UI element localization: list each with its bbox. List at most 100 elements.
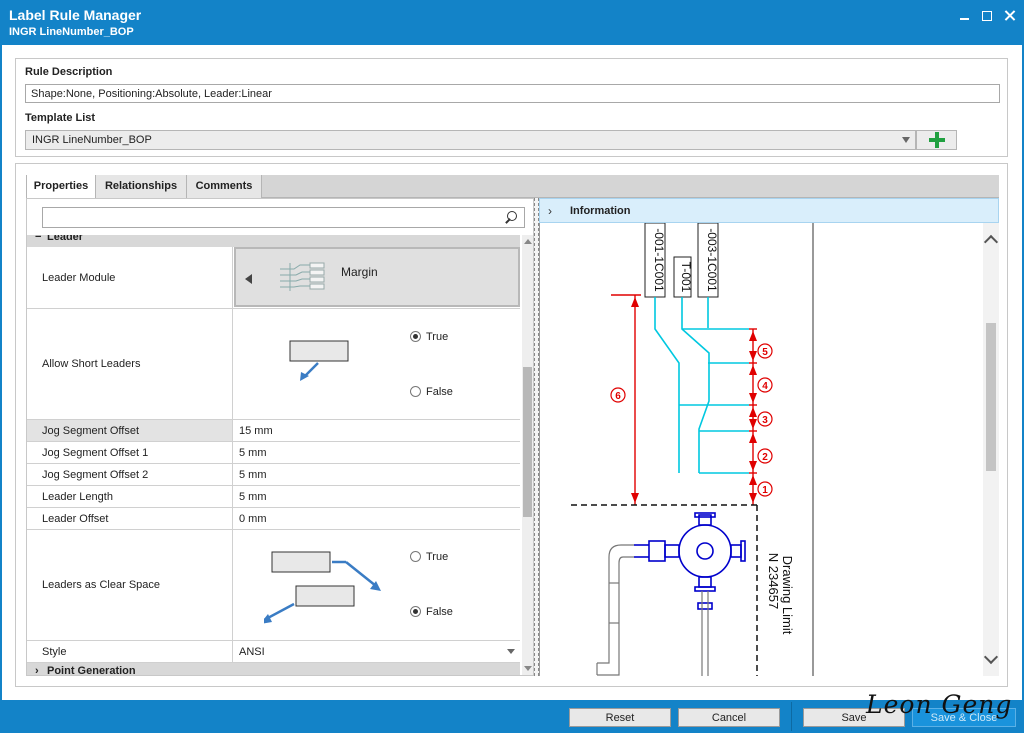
category-leader[interactable]: − Leader bbox=[27, 235, 520, 247]
rule-description-field[interactable]: Shape:None, Positioning:Absolute, Leader… bbox=[25, 84, 1000, 103]
dimension-label: 2 bbox=[762, 452, 768, 463]
clear-space-true-radio[interactable]: True bbox=[410, 551, 470, 563]
window-border-left bbox=[0, 45, 2, 700]
property-label: Style bbox=[27, 641, 233, 662]
category-label: Leader bbox=[47, 235, 84, 243]
property-value[interactable]: 5 mm bbox=[239, 491, 267, 503]
property-value[interactable]: 0 mm bbox=[239, 513, 267, 525]
close-icon[interactable] bbox=[1002, 8, 1018, 24]
window-subtitle: INGR LineNumber_BOP bbox=[9, 26, 134, 38]
window-title: Label Rule Manager bbox=[9, 7, 142, 23]
dimension-label: 3 bbox=[762, 415, 768, 426]
information-header[interactable]: › Information bbox=[539, 198, 999, 223]
property-row[interactable]: Leader Length 5 mm bbox=[27, 486, 520, 508]
radio-label: True bbox=[426, 551, 449, 563]
template-list-label: Template List bbox=[25, 112, 96, 124]
chevron-down-icon bbox=[507, 649, 515, 654]
drawing-scrollbar[interactable] bbox=[983, 223, 999, 676]
property-label: Leader Length bbox=[27, 486, 233, 507]
property-value[interactable]: 5 mm bbox=[239, 469, 267, 481]
property-label: Allow Short Leaders bbox=[27, 309, 233, 419]
template-list-select[interactable]: INGR LineNumber_BOP bbox=[25, 130, 916, 150]
margin-leader-icon bbox=[280, 262, 325, 291]
search-icon[interactable] bbox=[504, 211, 518, 225]
plus-icon bbox=[929, 132, 945, 148]
radio-selected-icon bbox=[410, 331, 421, 342]
dimension-label: 6 bbox=[615, 391, 621, 402]
property-grid-scrollbar[interactable] bbox=[522, 235, 533, 675]
property-value: ANSI bbox=[239, 645, 265, 658]
chevron-right-icon[interactable]: › bbox=[548, 204, 552, 218]
cancel-button[interactable]: Cancel bbox=[678, 708, 780, 727]
information-pane: › Information -001-1C001 T-001 -003-1C00… bbox=[539, 198, 999, 676]
property-label: Jog Segment Offset bbox=[27, 420, 233, 441]
drawing-preview: -001-1C001 T-001 -003-1C001 6 5 4 3 2 1 … bbox=[539, 223, 983, 676]
save-label: Save bbox=[841, 712, 867, 724]
watermark-signature: Leon Geng bbox=[866, 690, 1013, 719]
left-arrow-icon[interactable] bbox=[245, 274, 252, 284]
dimension-label: 1 bbox=[762, 485, 768, 496]
add-template-button[interactable] bbox=[916, 130, 957, 150]
property-label: Jog Segment Offset 1 bbox=[27, 442, 233, 463]
leader-module-value: Margin bbox=[341, 265, 378, 279]
category-label: Point Generation bbox=[47, 665, 136, 675]
radio-label: False bbox=[426, 606, 453, 618]
tab-comments[interactable]: Comments bbox=[187, 175, 262, 198]
radio-icon bbox=[410, 551, 421, 562]
leader-module-selector[interactable]: Margin bbox=[234, 247, 520, 307]
property-label: Leader Offset bbox=[27, 508, 233, 529]
rule-panel: Rule Description Shape:None, Positioning… bbox=[15, 58, 1008, 157]
reset-button[interactable]: Reset bbox=[569, 708, 671, 727]
properties-pane: − Leader Leader Module Margin Allow Shor… bbox=[26, 198, 534, 676]
radio-icon bbox=[410, 386, 421, 397]
scroll-up-icon[interactable] bbox=[524, 239, 532, 244]
property-search-input[interactable] bbox=[42, 207, 525, 228]
property-row[interactable]: Jog Segment Offset 15 mm bbox=[27, 420, 520, 442]
property-value[interactable]: 15 mm bbox=[239, 425, 273, 437]
scrollbar-thumb[interactable] bbox=[986, 323, 996, 471]
property-row[interactable]: Jog Segment Offset 1 5 mm bbox=[27, 442, 520, 464]
drawing-limit-label: Drawing Limit bbox=[780, 556, 795, 635]
property-row[interactable]: Leader Offset 0 mm bbox=[27, 508, 520, 530]
radio-label: False bbox=[426, 386, 453, 398]
radio-selected-icon bbox=[410, 606, 421, 617]
property-row-style[interactable]: Style ANSI bbox=[27, 641, 520, 663]
cancel-label: Cancel bbox=[711, 712, 747, 724]
property-row-leaders-clear-space: Leaders as Clear Space True False bbox=[27, 530, 520, 641]
dimension-label: 4 bbox=[762, 381, 768, 392]
property-value[interactable]: 5 mm bbox=[239, 447, 267, 459]
property-label: Jog Segment Offset 2 bbox=[27, 464, 233, 485]
category-point-generation[interactable]: › Point Generation bbox=[27, 663, 520, 675]
style-select[interactable]: ANSI bbox=[234, 641, 520, 662]
dimension-label: 5 bbox=[762, 347, 768, 358]
drawing-limit-coordinate: N 234657 bbox=[766, 553, 781, 609]
collapse-icon[interactable]: − bbox=[35, 235, 41, 243]
information-title: Information bbox=[570, 205, 631, 217]
scroll-down-icon[interactable] bbox=[524, 666, 532, 671]
chevron-down-icon bbox=[902, 137, 910, 143]
maximize-icon[interactable] bbox=[979, 8, 995, 24]
property-label: Leader Module bbox=[27, 247, 233, 308]
minimize-icon[interactable] bbox=[957, 8, 973, 24]
radio-label: True bbox=[426, 331, 449, 343]
tab-strip: Properties Relationships Comments bbox=[26, 175, 999, 199]
tab-properties[interactable]: Properties bbox=[26, 175, 96, 199]
clear-space-false-radio[interactable]: False bbox=[410, 606, 470, 618]
scroll-down-icon[interactable] bbox=[983, 649, 999, 665]
reset-label: Reset bbox=[605, 712, 635, 724]
allow-short-false-radio[interactable]: False bbox=[410, 386, 470, 398]
allow-short-true-radio[interactable]: True bbox=[410, 331, 470, 343]
property-row[interactable]: Jog Segment Offset 2 5 mm bbox=[27, 464, 520, 486]
scrollbar-thumb[interactable] bbox=[523, 367, 532, 517]
short-leader-illustration bbox=[289, 340, 349, 381]
scroll-up-icon[interactable] bbox=[983, 234, 999, 250]
template-list-value: INGR LineNumber_BOP bbox=[32, 134, 152, 146]
pipe-label: T-001 bbox=[679, 262, 693, 293]
property-label: Leaders as Clear Space bbox=[27, 530, 233, 640]
rule-description-label: Rule Description bbox=[25, 66, 113, 78]
tab-relationships[interactable]: Relationships bbox=[96, 175, 187, 198]
pipe-label: -001-1C001 bbox=[652, 228, 666, 292]
expand-icon[interactable]: › bbox=[35, 665, 39, 675]
clear-space-illustration bbox=[264, 551, 381, 624]
main-panel: Properties Relationships Comments − Lead… bbox=[15, 163, 1008, 687]
